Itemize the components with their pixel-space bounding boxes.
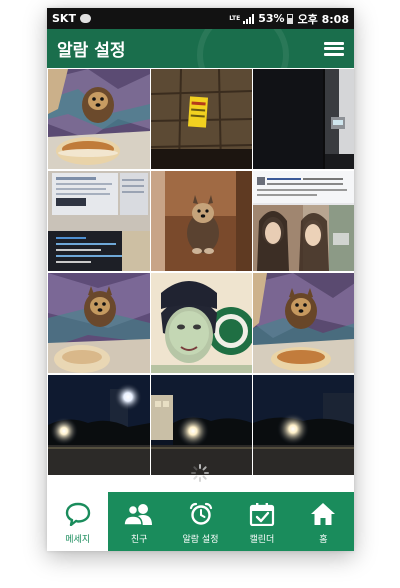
tab-label: 메세지 <box>65 535 91 545</box>
photo-cell[interactable] <box>48 171 150 271</box>
tab-label: 홈 <box>319 535 328 545</box>
message-notification-icon <box>79 14 91 23</box>
tab-alarm-settings[interactable]: 알람 설정 <box>170 492 231 551</box>
photo-night-street-light-2 <box>151 375 252 475</box>
phone-screen: SKT LTE 53% 오후 8:08 알람 설정 메세지 친구 알람 설정 캘… <box>47 8 354 551</box>
tab-home[interactable]: 홈 <box>293 492 354 551</box>
photo-yorkie-on-blanket <box>48 69 150 169</box>
tab-messages[interactable]: 메세지 <box>47 492 109 551</box>
calendar-icon <box>249 503 275 526</box>
battery-percent: 53% <box>258 12 285 25</box>
photo-dark-doorway <box>253 69 354 169</box>
photo-cell[interactable] <box>253 273 354 373</box>
photo-monitor-screen <box>48 171 150 271</box>
carrier-label: SKT <box>52 12 76 25</box>
friends-icon <box>123 504 153 526</box>
loading-spinner-icon <box>190 463 210 483</box>
network-label: LTE <box>229 14 241 22</box>
header-watermark <box>197 29 289 68</box>
bottom-tab-bar: 메세지 친구 알람 설정 캘린더 홈 <box>47 492 354 551</box>
signal-icon <box>243 13 255 24</box>
tab-label: 알람 설정 <box>182 535 219 545</box>
photo-yorkie-on-blanket-2 <box>48 273 150 373</box>
alarm-clock-icon <box>189 502 212 525</box>
photo-cell[interactable] <box>151 69 252 169</box>
tab-label: 친구 <box>130 535 148 545</box>
photo-grid <box>47 69 354 475</box>
clock: 오후 8:08 <box>297 12 349 26</box>
photo-yorkie-on-blanket-3 <box>253 273 354 373</box>
tab-calendar[interactable]: 캘린더 <box>231 492 292 551</box>
photo-face-filter-starbucks <box>151 273 252 373</box>
photo-cell[interactable] <box>253 171 354 271</box>
page-title: 알람 설정 <box>57 41 126 61</box>
photo-cell[interactable] <box>48 375 150 475</box>
photo-cell[interactable] <box>151 375 252 475</box>
menu-icon[interactable] <box>324 41 344 56</box>
photo-cell[interactable] <box>151 273 252 373</box>
status-bar: SKT LTE 53% 오후 8:08 <box>47 8 354 29</box>
photo-cell[interactable] <box>253 69 354 169</box>
app-header: 알람 설정 <box>47 29 354 68</box>
chat-bubble-icon <box>65 502 90 526</box>
photo-cell[interactable] <box>48 273 150 373</box>
photo-yorkie-sitting-floor <box>151 171 252 271</box>
photo-cell[interactable] <box>48 69 150 169</box>
photo-cell[interactable] <box>151 171 252 271</box>
photo-night-street-light-1 <box>48 375 150 475</box>
photo-floor-tiles-sign <box>151 69 252 169</box>
battery-icon <box>286 13 293 24</box>
home-icon <box>311 503 336 525</box>
photo-cell[interactable] <box>253 375 354 475</box>
tab-friends[interactable]: 친구 <box>108 492 169 551</box>
photo-social-post-screenshot <box>253 171 354 271</box>
tab-label: 캘린더 <box>249 535 275 545</box>
photo-night-street-light-3 <box>253 375 354 475</box>
